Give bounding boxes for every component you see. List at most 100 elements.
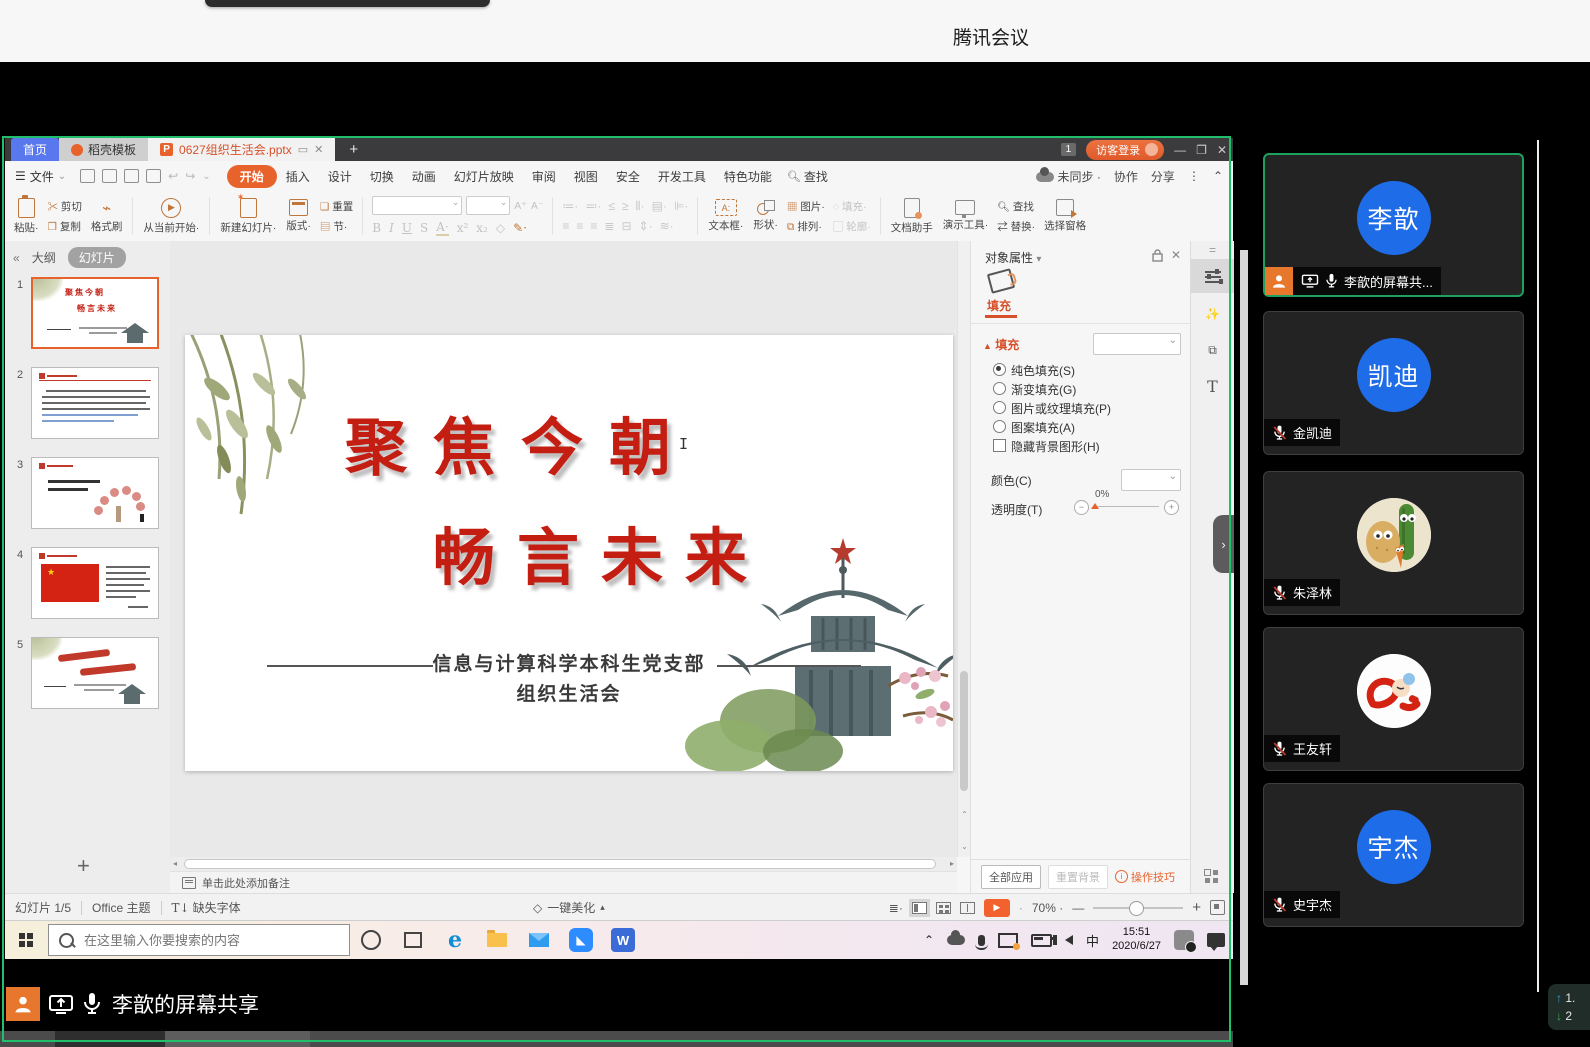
hide-bg-checkbox[interactable] — [993, 439, 1006, 452]
slide-sorter-button[interactable] — [936, 902, 951, 914]
align-center-icon[interactable]: ≡ — [576, 219, 583, 233]
im-app-icon[interactable] — [1174, 930, 1194, 950]
font-color-icon[interactable]: A· — [436, 220, 448, 236]
reset-bg-button[interactable]: 重置背景 — [1048, 865, 1108, 889]
solid-fill-radio[interactable] — [993, 363, 1006, 376]
tray-expand-icon[interactable]: ⌃ — [924, 933, 934, 947]
menu-special[interactable]: 特色功能 — [715, 166, 781, 187]
close-tab-icon[interactable]: ✕ — [314, 143, 323, 156]
pattern-fill-radio[interactable] — [993, 420, 1006, 433]
menu-review[interactable]: 审阅 — [523, 166, 565, 187]
close-panel-icon[interactable]: ✕ — [1171, 248, 1181, 262]
next-slide-button[interactable]: ⌄ — [959, 841, 970, 852]
zoom-slider[interactable] — [1093, 907, 1183, 909]
file-explorer-button[interactable] — [476, 921, 518, 959]
layout-button[interactable]: 版式· — [281, 199, 316, 233]
start-button[interactable] — [19, 933, 34, 948]
tips-link[interactable]: i操作技巧 — [1115, 869, 1175, 885]
menu-transition[interactable]: 切换 — [361, 166, 403, 187]
theme-name[interactable]: Office 主题 — [92, 899, 150, 916]
more-icon[interactable]: ⋮ — [1188, 169, 1200, 183]
menu-find[interactable]: 🔍︎查找 — [787, 168, 828, 185]
prev-slide-button[interactable]: ⌃ — [959, 809, 970, 820]
replace-button[interactable]: ⇄ 替换· — [997, 219, 1035, 234]
lock-icon[interactable] — [1152, 249, 1163, 262]
participant-tile-shiyujie[interactable]: 宇杰 史宇杰 — [1263, 783, 1524, 927]
slide-3-thumbnail[interactable] — [31, 457, 159, 529]
taskbar-clock[interactable]: 15:512020/6/27 — [1112, 926, 1161, 954]
play-from-current-button[interactable]: ▶从当前开始· — [138, 198, 204, 235]
align-right-icon[interactable]: ≡ — [590, 219, 597, 233]
doc-assistant-button[interactable]: 文档助手 — [886, 198, 938, 235]
save-icon[interactable] — [80, 169, 95, 183]
para-spacing-icon[interactable]: ≋· — [660, 219, 674, 233]
section-button[interactable]: ▤ 节· — [320, 219, 353, 234]
preview-icon[interactable] — [146, 169, 161, 183]
menu-devtools[interactable]: 开发工具 — [649, 166, 715, 187]
fit-screen-icon[interactable] — [1210, 900, 1225, 915]
print-icon[interactable] — [124, 169, 139, 183]
outline-button[interactable]: ▢ 轮廓· — [833, 219, 871, 234]
zoom-slider-knob[interactable] — [1129, 901, 1144, 916]
slide-editor[interactable]: 聚焦今朝 畅言未来 I 信息与计算科学本科生党支部 组织生活会 — [185, 335, 953, 771]
zoom-in-icon[interactable]: + — [1192, 899, 1201, 916]
picture-fill-radio[interactable] — [993, 401, 1006, 414]
align-box-icon[interactable]: ⊫· — [674, 199, 688, 214]
distribute-icon[interactable]: ⊟ — [621, 219, 631, 233]
effects-strip-button[interactable]: ✨ — [1191, 297, 1234, 331]
new-tab-button[interactable]: + — [349, 138, 358, 161]
ime-indicator[interactable]: 中 — [1086, 931, 1099, 950]
fill-button[interactable]: ◌ 填充· — [833, 199, 871, 214]
transparency-minus-button[interactable]: − — [1074, 500, 1089, 515]
zoom-level[interactable]: 70% · — [1032, 901, 1063, 915]
mail-button[interactable] — [518, 921, 560, 959]
text-strip-button[interactable]: T — [1191, 369, 1234, 403]
numbering-icon[interactable]: ≕· — [585, 199, 601, 214]
share-button[interactable]: 分享 — [1151, 168, 1175, 185]
tray-screenshare-icon[interactable] — [998, 933, 1018, 948]
fill-style-select[interactable] — [1093, 333, 1181, 355]
slide-2-thumbnail[interactable] — [31, 367, 159, 439]
strikethrough-icon[interactable]: S — [420, 221, 428, 235]
output-icon[interactable] — [102, 169, 117, 183]
transparency-slider[interactable] — [1093, 506, 1159, 507]
properties-strip-button[interactable] — [1191, 259, 1234, 293]
apply-all-button[interactable]: 全部应用 — [981, 865, 1041, 889]
meeting-controls-collapsed[interactable] — [205, 0, 490, 7]
action-center-icon[interactable] — [1207, 933, 1225, 947]
file-menu[interactable]: ☰文件⌄ — [15, 168, 66, 185]
hscroll-thumb[interactable] — [184, 859, 936, 869]
undo-icon[interactable]: ↩ — [168, 169, 178, 183]
present-tools-button[interactable]: 演示工具· — [938, 200, 994, 232]
reading-view-button[interactable] — [960, 902, 975, 914]
play-options-caret[interactable]: · — [1019, 901, 1023, 915]
justify-icon[interactable]: ≣ — [604, 219, 614, 233]
chevron-down-icon[interactable]: ▾ — [1036, 254, 1041, 265]
outline-tab[interactable]: 大纲 — [32, 249, 56, 266]
new-slide-button[interactable]: 新建幻灯片· — [215, 198, 281, 235]
task-view-button[interactable] — [392, 921, 434, 959]
copy-button[interactable]: ❐ 复制 — [48, 219, 82, 234]
notes-bar[interactable]: 单击此处添加备注 — [170, 871, 957, 894]
tray-mic-icon[interactable] — [978, 935, 985, 946]
slide-1-thumbnail[interactable]: 聚焦今朝 畅言未来 — [31, 277, 159, 349]
underline-icon[interactable]: U — [402, 221, 412, 235]
pin-tab-icon[interactable]: ▭ — [298, 143, 308, 156]
columns-icon[interactable]: ⫴· — [636, 199, 645, 214]
paste-button[interactable]: 粘贴· — [9, 198, 44, 235]
collapse-ribbon-icon[interactable]: ⌃ — [1213, 169, 1223, 183]
tencent-meeting-button[interactable]: ◣ — [560, 921, 602, 959]
bullets-icon[interactable]: ≔· — [562, 199, 578, 214]
font-size-select[interactable] — [466, 196, 510, 215]
menu-view[interactable]: 视图 — [565, 166, 607, 187]
transparency-slider-handle[interactable] — [1091, 503, 1099, 509]
cut-button[interactable]: ✂ 剪切 — [48, 199, 82, 214]
tab-templates[interactable]: 稻壳模板 — [59, 138, 148, 161]
vertical-scrollbar[interactable]: ⌃ ⌄ — [957, 241, 971, 857]
gradient-fill-radio[interactable] — [993, 382, 1006, 395]
panel-splitter[interactable] — [1240, 250, 1248, 985]
selection-pane-button[interactable]: 选择窗格 — [1039, 199, 1091, 233]
restore-icon[interactable]: ❐ — [1196, 143, 1207, 157]
collab-button[interactable]: 协作 — [1114, 168, 1138, 185]
slides-tab[interactable]: 幻灯片 — [68, 247, 126, 268]
